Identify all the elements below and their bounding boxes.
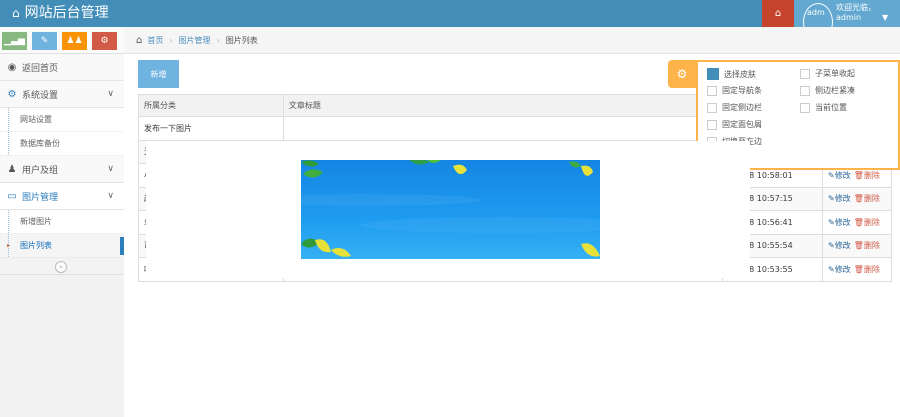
sidebar: ▁▃▅ ✎ ♟♟ ⚙ ◉ 返回首页 ⚙ 系统设置 ∨ 网站设置 数据库备份 ♟ … xyxy=(0,27,124,417)
new-button[interactable]: 新增 xyxy=(138,60,179,88)
pencil-icon: ✎ xyxy=(827,241,835,251)
breadcrumb-separator: › xyxy=(216,35,220,45)
breadcrumb-home[interactable]: 首页 xyxy=(147,35,163,46)
home-icon: ⌂ xyxy=(136,34,143,46)
sidebar-collapse-button[interactable]: « xyxy=(0,259,124,275)
chevron-down-icon: ∨ xyxy=(107,89,114,99)
edit-link[interactable]: ✎修改 xyxy=(828,265,851,274)
pencil-icon: ✎ xyxy=(827,170,835,180)
caret-right-icon: ▸ xyxy=(7,242,11,249)
settings-toggle-button[interactable]: ⚙ xyxy=(668,60,696,88)
home-icon: ⌂ xyxy=(12,6,20,20)
cell-actions: ✎修改 🗑删除 xyxy=(821,257,893,282)
sidebar-item-label: 用户及组 xyxy=(22,165,59,176)
edit-link[interactable]: ✎修改 xyxy=(828,218,851,227)
sidebar-item-label: 返回首页 xyxy=(22,63,59,74)
checkbox[interactable] xyxy=(707,102,717,113)
pencil-icon: ✎ xyxy=(827,194,835,204)
home-button[interactable]: ⌂ xyxy=(762,0,794,27)
edit-link[interactable]: ✎修改 xyxy=(828,171,851,180)
col-category: 所属分类 xyxy=(138,94,284,117)
option-current-position[interactable]: 当前位置 xyxy=(800,102,847,113)
shortcut-chart-button[interactable]: ▁▃▅ xyxy=(2,32,27,50)
option-compact-sidebar[interactable]: 侧边栏紧凑 xyxy=(800,85,855,96)
pencil-icon: ✎ xyxy=(827,264,835,274)
delete-link[interactable]: 🗑删除 xyxy=(854,241,880,250)
monitor-icon: ▭ xyxy=(7,190,17,202)
checkbox[interactable] xyxy=(800,68,810,79)
cell-actions: ✎修改 🗑删除 xyxy=(821,186,893,211)
sidebar-item-label: 系统设置 xyxy=(22,90,59,101)
checkbox[interactable] xyxy=(707,85,717,96)
leaf-pattern xyxy=(301,160,600,257)
pencil-icon: ✎ xyxy=(827,217,835,227)
pencil-icon: ✎ xyxy=(40,36,49,46)
option-fixed-navbar[interactable]: 固定导航条 xyxy=(707,85,762,96)
user-welcome: 欢迎光临， xyxy=(836,3,876,12)
sidebar-item-system-settings[interactable]: ⚙ 系统设置 ∨ xyxy=(0,81,124,108)
users-icon: ♟ xyxy=(7,163,17,175)
option-fixed-sidebar[interactable]: 固定侧边栏 xyxy=(707,102,762,113)
delete-link[interactable]: 🗑删除 xyxy=(854,171,880,180)
cell-category: 发布一下图片 xyxy=(138,116,284,141)
sidebar-subitem-image-list[interactable]: ▸ 图片列表 xyxy=(0,234,124,258)
cog-icon: ⚙ xyxy=(676,67,688,81)
preview-image xyxy=(301,160,600,259)
cell-actions: ✎修改 🗑删除 xyxy=(821,210,893,235)
caret-down-icon: ▼ xyxy=(882,13,889,22)
trash-icon: 🗑 xyxy=(853,194,864,204)
shortcut-edit-button[interactable]: ✎ xyxy=(32,32,57,50)
option-collapse-submenu[interactable]: 子菜单收起 xyxy=(800,68,855,79)
sidebar-subitem-db-backup[interactable]: 数据库备份 xyxy=(0,132,124,156)
dashboard-icon: ◉ xyxy=(7,61,17,73)
user-menu[interactable]: adm 欢迎光临， admin ▼ xyxy=(794,0,900,41)
home-icon: ⌂ xyxy=(774,8,782,19)
cell-actions: ✎修改 🗑删除 xyxy=(821,233,893,258)
skin-swatch[interactable] xyxy=(707,68,719,80)
breadcrumb-image-manage[interactable]: 图片管理 xyxy=(179,35,211,46)
double-chevron-left-icon: « xyxy=(55,261,67,273)
trash-icon: 🗑 xyxy=(853,217,864,227)
delete-link[interactable]: 🗑删除 xyxy=(854,218,880,227)
checkbox[interactable] xyxy=(800,102,810,113)
col-title: 文章标题 xyxy=(282,94,724,117)
delete-link[interactable]: 🗑删除 xyxy=(854,194,880,203)
sidebar-shortcuts: ▁▃▅ ✎ ♟♟ ⚙ xyxy=(0,27,124,54)
skin-select[interactable]: 选择皮肤 xyxy=(707,68,756,80)
image-preview-overlay xyxy=(146,141,750,278)
breadcrumb-current: 图片列表 xyxy=(225,35,258,45)
sidebar-item-users[interactable]: ♟ 用户及组 ∨ xyxy=(0,156,124,183)
chevron-down-icon: ∨ xyxy=(107,164,114,174)
signal-icon: ▁▃▅ xyxy=(4,36,25,46)
edit-link[interactable]: ✎修改 xyxy=(828,194,851,203)
brand[interactable]: ⌂ 网站后台管理 xyxy=(12,4,109,22)
trash-icon: 🗑 xyxy=(853,241,864,251)
cell-title xyxy=(282,116,724,141)
users-icon: ♟♟ xyxy=(66,36,83,46)
shortcut-users-button[interactable]: ♟♟ xyxy=(62,32,87,50)
trash-icon: 🗑 xyxy=(853,264,864,274)
trash-icon: 🗑 xyxy=(853,170,864,180)
user-name: admin xyxy=(836,13,862,22)
option-fixed-breadcrumbs[interactable]: 固定面包屑 xyxy=(707,119,762,130)
checkbox[interactable] xyxy=(800,85,810,96)
sidebar-item-images[interactable]: ▭ 图片管理 ∨ xyxy=(0,183,124,210)
delete-link[interactable]: 🗑删除 xyxy=(854,265,880,274)
sidebar-item-home[interactable]: ◉ 返回首页 xyxy=(0,54,124,81)
sidebar-item-label: 图片管理 xyxy=(22,192,59,203)
navbar: ⌂ 网站后台管理 ⌂ adm 欢迎光临， admin ▼ xyxy=(0,0,900,41)
breadcrumb: ⌂ 首页 › 图片管理 › 图片列表 xyxy=(124,27,900,54)
edit-link[interactable]: ✎修改 xyxy=(828,241,851,250)
chevron-down-icon: ∨ xyxy=(107,191,114,201)
active-indicator xyxy=(120,237,124,255)
cog-icon: ⚙ xyxy=(7,88,17,100)
shortcut-cogs-button[interactable]: ⚙ xyxy=(92,32,117,50)
breadcrumb-separator: › xyxy=(169,35,173,45)
sidebar-subitem-add-image[interactable]: 新增图片 xyxy=(0,210,124,234)
sidebar-subitem-site-settings[interactable]: 网站设置 xyxy=(0,108,124,132)
checkbox[interactable] xyxy=(707,119,717,130)
cogs-icon: ⚙ xyxy=(100,36,109,46)
app-title: 网站后台管理 xyxy=(24,5,109,21)
